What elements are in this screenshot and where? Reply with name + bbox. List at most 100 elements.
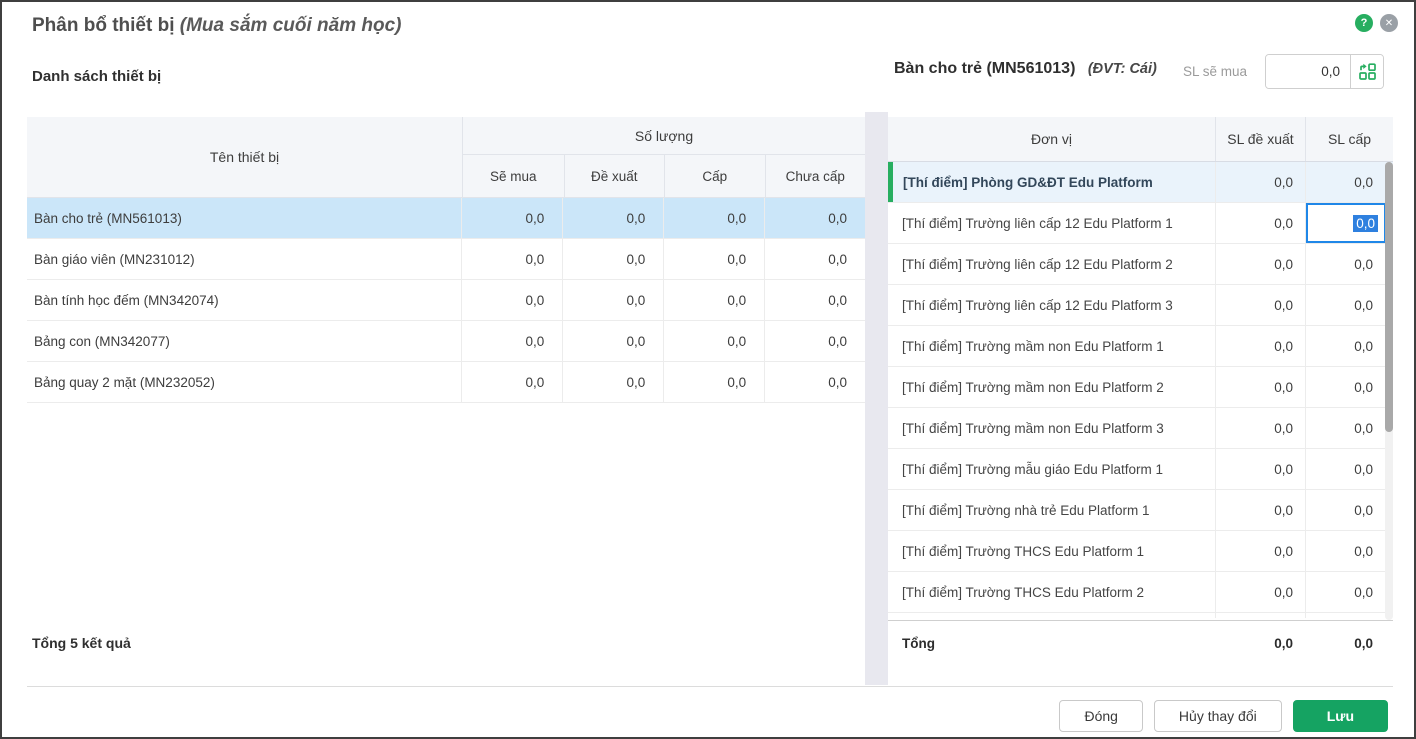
total-cap: 0,0 (1354, 636, 1373, 651)
unit-name-cell: [Thí điểm] Trường mẫu giáo Edu Platform … (902, 461, 1164, 477)
device-name-cell: Bảng quay 2 mặt (MN232052) (34, 374, 215, 390)
sl-cap-cell[interactable]: 0,0 (1305, 367, 1393, 407)
se-mua-cell: 0,0 (461, 362, 562, 402)
table-row: [Thí điểm] Trường liên cấp 12 Edu Platfo… (888, 244, 1393, 285)
dialog-title-suffix: (Mua sắm cuối năm học) (179, 15, 402, 36)
qty-to-buy-group (1265, 54, 1384, 89)
sl-cap-cell[interactable]: 0,0 (1305, 408, 1393, 448)
unit-name-cell: [Thí điểm] Trường liên cấp 12 Edu Platfo… (902, 297, 1173, 313)
col-header-se-mua: Sẽ mua (489, 168, 537, 184)
footer-divider (27, 686, 1393, 687)
unit-table-header: Đơn vị SL đề xuất SL cấp (888, 117, 1393, 162)
table-row: [Thí điểm] Trường mẫu giáo Edu Platform … (888, 449, 1393, 490)
unit-name-cell: [Thí điểm] Trường THCS Edu Platform 1 (902, 543, 1144, 559)
selected-device-unit: (ĐVT: Cái) (1087, 61, 1157, 77)
save-button[interactable]: Lưu (1292, 700, 1388, 732)
chua-cap-cell: 0,0 (764, 239, 865, 279)
table-row[interactable]: Bàn giáo viên (MN231012) 0,0 0,0 0,0 0,0 (27, 239, 865, 280)
se-mua-cell: 0,0 (461, 198, 562, 238)
results-total-label: Tổng 5 kết quả (32, 635, 131, 651)
se-mua-cell: 0,0 (461, 239, 562, 279)
sl-de-xuat-cell (1215, 613, 1305, 618)
close-button[interactable]: Đóng (1059, 700, 1143, 732)
se-mua-cell: 0,0 (461, 321, 562, 361)
unit-name-cell: [Thí điểm] Trường mầm non Edu Platform 2 (902, 379, 1164, 395)
chua-cap-cell: 0,0 (764, 198, 865, 238)
se-mua-cell: 0,0 (461, 280, 562, 320)
unit-name-cell: [Thí điểm] Trường liên cấp 12 Edu Platfo… (902, 256, 1173, 272)
table-row: [Thí điểm] Trường THCS Edu Platform 2 0,0… (888, 572, 1393, 613)
table-row[interactable]: Bảng quay 2 mặt (MN232052) 0,0 0,0 0,0 0,0 (27, 362, 865, 403)
unit-name-cell: [Thí điểm] Trường liên cấp 12 Edu Platfo… (902, 215, 1173, 231)
col-header-de-xuat: Đề xuất (563, 155, 665, 197)
sl-cap-cell[interactable]: 0,0 (1305, 572, 1393, 612)
de-xuat-cell: 0,0 (562, 362, 663, 402)
table-row[interactable]: Bàn cho trẻ (MN561013) 0,0 0,0 0,0 0,0 (27, 198, 865, 239)
chua-cap-cell: 0,0 (764, 280, 865, 320)
qty-to-buy-input[interactable] (1266, 55, 1350, 88)
sl-de-xuat-cell: 0,0 (1215, 531, 1305, 571)
unit-name-cell: [Thí điểm] Trường mầm non Edu Platform 1 (902, 338, 1164, 354)
table-row: [Thí điểm] Trường mầm non Edu Platform 3… (888, 408, 1393, 449)
unit-name-cell (888, 613, 1215, 618)
col-header-sl-cap: SL cấp (1305, 117, 1393, 161)
sl-cap-cell[interactable]: 0,0 (1305, 490, 1393, 530)
table-row[interactable]: Bàn tính học đếm (MN342074) 0,0 0,0 0,0 0,0 (27, 280, 865, 321)
sl-cap-cell[interactable]: 0,0 (1305, 326, 1393, 366)
device-name-cell: Bàn giáo viên (MN231012) (34, 251, 195, 267)
distribute-button[interactable] (1350, 55, 1383, 88)
sl-cap-cell-focused[interactable]: 0,0 (1306, 203, 1386, 243)
cap-cell: 0,0 (663, 198, 764, 238)
selected-device-name: Bàn cho trẻ (MN561013) (894, 60, 1076, 77)
chua-cap-cell: 0,0 (764, 321, 865, 361)
cap-cell: 0,0 (663, 280, 764, 320)
chua-cap-cell: 0,0 (764, 362, 865, 402)
table-row: [Thí điểm] Trường nhà trẻ Edu Platform 1… (888, 490, 1393, 531)
sl-de-xuat-cell: 0,0 (1215, 244, 1305, 284)
table-row: [Thí điểm] Trường mầm non Edu Platform 1… (888, 326, 1393, 367)
unit-table-scrollbar[interactable] (1385, 162, 1393, 620)
grid-distribute-icon (1358, 63, 1376, 80)
sl-cap-cell (1305, 613, 1393, 618)
unit-name-cell: [Thí điểm] Phòng GD&ĐT Edu Platform (903, 174, 1153, 190)
table-row-partial (888, 613, 1393, 618)
sl-de-xuat-cell: 0,0 (1215, 408, 1305, 448)
dialog-title: Phân bổ thiết bị (Mua sắm cuối năm học) (32, 15, 401, 37)
unit-name-cell: [Thí điểm] Trường mầm non Edu Platform 3 (902, 420, 1164, 436)
cancel-changes-button[interactable]: Hủy thay đổi (1153, 700, 1282, 732)
panel-divider (865, 112, 888, 685)
de-xuat-cell: 0,0 (562, 198, 663, 238)
sl-de-xuat-cell: 0,0 (1215, 490, 1305, 530)
table-row: [Thí điểm] Trường THCS Edu Platform 1 0,0… (888, 531, 1393, 572)
sl-de-xuat-cell: 0,0 (1215, 572, 1305, 612)
table-row: [Thí điểm] Phòng GD&ĐT Edu Platform 0,0 0,… (888, 162, 1393, 203)
sl-de-xuat-cell: 0,0 (1215, 367, 1305, 407)
device-name-cell: Bàn tính học đếm (MN342074) (34, 292, 219, 308)
sl-de-xuat-cell: 0,0 (1215, 326, 1305, 366)
de-xuat-cell: 0,0 (562, 321, 663, 361)
selected-cell-text: 0,0 (1353, 214, 1378, 232)
footer-buttons: Đóng Hủy thay đổi Lưu (1059, 700, 1388, 732)
unit-table-body: [Thí điểm] Phòng GD&ĐT Edu Platform 0,0 0,… (888, 162, 1393, 620)
table-row[interactable]: Bảng con (MN342077) 0,0 0,0 0,0 0,0 (27, 321, 865, 362)
sl-cap-cell[interactable]: 0,0 (1305, 203, 1393, 243)
col-header-don-vi: Đơn vị (1030, 131, 1073, 147)
sl-cap-cell[interactable]: 0,0 (1305, 285, 1393, 325)
unit-table-total-row: Tổng 0,0 0,0 (888, 620, 1393, 666)
col-header-ten-thiet-bi: Tên thiết bị (209, 149, 280, 165)
col-header-chua-cap: Chưa cấp (764, 155, 866, 197)
close-icon[interactable]: ✕ (1380, 14, 1398, 32)
cap-cell: 0,0 (663, 239, 764, 279)
de-xuat-cell: 0,0 (562, 239, 663, 279)
sl-de-xuat-cell: 0,0 (1215, 285, 1305, 325)
sl-cap-cell[interactable]: 0,0 (1305, 244, 1393, 284)
scrollbar-thumb[interactable] (1385, 162, 1393, 432)
sl-cap-cell[interactable]: 0,0 (1305, 531, 1393, 571)
sl-cap-cell[interactable]: 0,0 (1305, 162, 1393, 202)
help-icon[interactable]: ? (1355, 14, 1373, 32)
dialog-title-main: Phân bổ thiết bị (32, 15, 175, 36)
sl-de-xuat-cell: 0,0 (1215, 162, 1305, 202)
device-table: Tên thiết bị Số lượng Sẽ mua Đề xuất Cấp… (27, 117, 865, 403)
selected-device-title: Bàn cho trẻ (MN561013) (ĐVT: Cái) (894, 60, 1157, 78)
sl-cap-cell[interactable]: 0,0 (1305, 449, 1393, 489)
